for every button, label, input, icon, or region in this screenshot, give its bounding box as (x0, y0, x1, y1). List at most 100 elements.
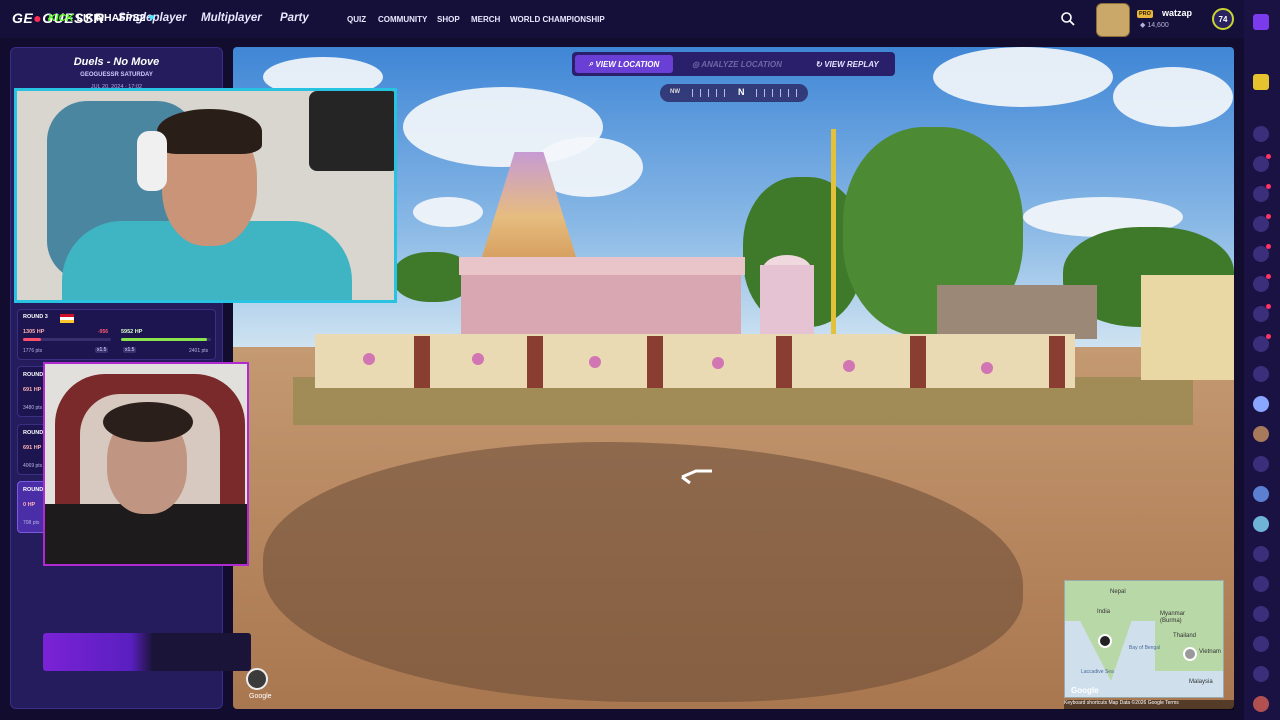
pro-badge: PRO (1137, 10, 1153, 18)
opponent-pin-icon (1183, 647, 1197, 661)
compass-tick (772, 89, 773, 97)
location-icon: ⌕ (588, 59, 596, 68)
navigation-arrow-icon[interactable] (678, 467, 718, 487)
friend-avatar[interactable] (1253, 486, 1269, 502)
map-label: Myanmar (Burma) (1160, 611, 1186, 624)
cloud (933, 47, 1113, 107)
top-bar (0, 0, 1280, 38)
player-points: 708 pts (23, 520, 40, 526)
nav-community[interactable]: COMMUNITY (378, 15, 427, 24)
friend-avatar[interactable] (1253, 636, 1269, 652)
multiplier-badge: x1.5 (95, 347, 109, 353)
wall-pillar (647, 336, 663, 388)
map-footer: Keyboard shortcuts Map Data ©2026 Google… (1064, 700, 1234, 710)
hut (937, 285, 1097, 339)
wall-pillar (527, 336, 543, 388)
kick-banner-gradient (43, 633, 153, 671)
player-hp: 691 HP (23, 445, 42, 451)
wall-flower (712, 357, 724, 369)
friend-avatar[interactable] (1253, 606, 1269, 622)
streamer-webcam (14, 88, 397, 303)
mode-subtitle: GEOGUESSR SATURDAY (80, 72, 153, 78)
nav-world-championship[interactable]: WORLD CHAMPIONSHIP (510, 15, 605, 24)
mode-title: Duels - No Move (73, 56, 160, 68)
round-label: ROUND (23, 487, 44, 493)
opponent-points: 2401 pts (189, 348, 209, 354)
avatar[interactable] (1096, 3, 1130, 37)
friend-avatar[interactable] (1253, 696, 1269, 712)
opponent-hp-bar (121, 338, 207, 341)
wall-flower (363, 353, 375, 365)
compass (660, 84, 808, 102)
compass-tick (764, 89, 765, 97)
nav-party[interactable]: Party (280, 12, 309, 24)
friend-avatar[interactable] (1253, 126, 1269, 142)
guess-minimap[interactable]: Nepal India Myanmar (Burma) Thailand Vie… (1064, 580, 1224, 698)
nav-shop[interactable]: SHOP (437, 15, 460, 24)
wall-flower (843, 360, 855, 372)
person-hair (103, 402, 193, 442)
wall-pillar (910, 336, 926, 388)
player-points: 3480 pts (23, 405, 43, 411)
analyze-location-button[interactable]: ◎ ANALYZE LOCATION (683, 55, 791, 73)
guess-pin-icon[interactable] (1098, 634, 1112, 648)
friend-avatar[interactable] (1253, 516, 1269, 532)
player-hp-bar (23, 338, 41, 341)
analyze-icon: ◎ (692, 59, 702, 69)
compass-n: N (738, 87, 745, 97)
friend-avatar[interactable] (1253, 366, 1269, 382)
compass-tick (716, 89, 717, 97)
shrine (760, 265, 814, 337)
wall-pillar (776, 336, 792, 388)
compass-tick (780, 89, 781, 97)
house (1141, 275, 1234, 380)
wall-flower (589, 356, 601, 368)
cloud (413, 197, 483, 227)
level-badge: 74 (1212, 8, 1234, 30)
friend-avatar[interactable] (1253, 666, 1269, 682)
headphones (137, 131, 167, 191)
nav-merch[interactable]: MERCH (471, 15, 500, 24)
nav-multiplayer[interactable]: Multiplayer (201, 12, 262, 24)
compass-tick (796, 89, 797, 97)
username[interactable]: watzap (1162, 8, 1192, 18)
microphone (309, 91, 394, 171)
hp-delta: -956 (98, 329, 109, 335)
notification-dot (1266, 184, 1271, 189)
multiplier-badge: x1.5 (123, 347, 137, 353)
compass-tick (724, 89, 725, 97)
search-icon[interactable] (1060, 11, 1076, 27)
player-hp: 0 HP (23, 502, 36, 508)
compass-nw: NW (670, 89, 680, 95)
map-label: Laccadive Sea (1081, 669, 1114, 675)
notification-icon[interactable] (1253, 74, 1269, 90)
compass-tick (708, 89, 709, 97)
view-replay-button[interactable]: ↻ VIEW REPLAY (802, 55, 892, 73)
menu-icon[interactable] (1253, 14, 1269, 30)
view-location-button[interactable]: ⌕ VIEW LOCATION (575, 55, 673, 73)
wall-pillar (414, 336, 430, 388)
notification-dot (1266, 334, 1271, 339)
friend-avatar[interactable] (1253, 426, 1269, 442)
map-pin-icon: ● (33, 10, 43, 26)
compass-tick (700, 89, 701, 97)
map-label: Bay of Bengal (1129, 645, 1161, 651)
map-google-logo: Google (1071, 686, 1099, 695)
friend-avatar[interactable] (1253, 456, 1269, 472)
wall-flower (981, 362, 993, 374)
nav-quiz[interactable]: QUIZ (347, 15, 366, 24)
wall-flower (472, 353, 484, 365)
friend-avatar[interactable] (1253, 546, 1269, 562)
cloud (1113, 67, 1233, 127)
friend-avatar[interactable] (1253, 396, 1269, 412)
kick-handle: KICK LIKINHAFPS2 ♥ (48, 12, 155, 24)
pegman-icon[interactable] (246, 668, 268, 690)
friend-avatar[interactable] (1253, 576, 1269, 592)
map-label: Thailand (1173, 633, 1197, 639)
round-label: ROUND (23, 430, 44, 436)
person-hair (157, 109, 262, 154)
notification-dot (1266, 214, 1271, 219)
compass-tick (788, 89, 789, 97)
round-label: ROUND 3 (23, 314, 48, 320)
wall-pillar (1049, 336, 1065, 388)
